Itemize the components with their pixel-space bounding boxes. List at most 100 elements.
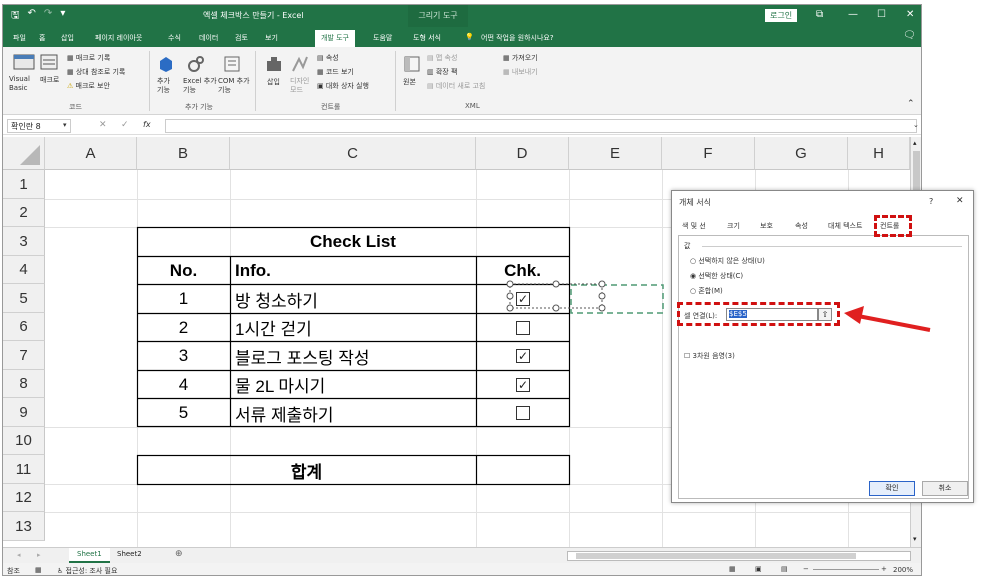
dialog-tab-alt-text[interactable]: 대체 텍스트 [828,221,862,231]
com-addins-button[interactable]: COM 추가 기능 [218,77,252,95]
zoom-out-icon[interactable]: − [803,565,809,573]
link-highlight-box [677,302,840,326]
checkbox-empty-icon: ☐ [684,352,693,360]
close-button[interactable]: ✕ [906,9,914,20]
scroll-down-icon[interactable]: ▾ [913,535,917,543]
tab-view[interactable]: 보기 [265,33,278,43]
option-checked[interactable]: ◉ 선택한 상태(C) [690,271,743,281]
item-info: 블로그 포스팅 작성 [235,348,370,368]
sheet-tab-sheet1[interactable]: Sheet1 [69,548,110,563]
page-break-view-icon[interactable]: ▤ [781,565,788,573]
export-icon: ▦ [503,68,512,76]
tab-insert[interactable]: 삽입 [61,33,74,43]
sheet-prev-icon[interactable]: ◂ [17,551,21,559]
scroll-up-icon[interactable]: ▴ [913,139,917,147]
insert-controls-icon [267,57,281,71]
macro-record-icon[interactable]: ▦ [35,566,42,574]
add-sheet-icon[interactable]: ⊕ [175,549,183,559]
dialog-tab-size[interactable]: 크기 [727,221,740,231]
refresh-data-button[interactable]: ▤ 데이터 새로 고침 [427,81,485,91]
save-icon[interactable]: 🖫 [11,8,20,25]
visual-basic-button[interactable]: Visual Basic [9,75,39,93]
export-button[interactable]: ▦ 내보내기 [503,67,538,77]
view-code-icon: ▦ [317,68,326,76]
tab-file[interactable]: 파일 [13,33,26,43]
title-bar: 🖫 ↶ ↷ ▾ 엑셀 체크박스 만들기 - Excel 그리기 도구 로그인 ⧉… [3,5,921,27]
dialog-tab-properties[interactable]: 속성 [795,221,808,231]
cancel-button[interactable]: 취소 [922,481,968,496]
name-box[interactable]: 확인란 8 [7,119,71,133]
name-box-dropdown-icon[interactable]: ▾ [63,121,67,129]
design-mode-button[interactable]: 디자인 모드 [290,77,312,95]
insert-control-button[interactable]: 삽입 [267,77,280,87]
checkbox[interactable] [516,406,530,420]
tab-review[interactable]: 검토 [235,33,248,43]
sheet-tab-sheet2[interactable]: Sheet2 [117,550,142,558]
tab-formulas[interactable]: 수식 [168,33,181,43]
xml-source-button[interactable]: 원본 [403,77,416,87]
run-dialog-icon: ▣ [317,82,326,90]
maximize-button[interactable]: ☐ [877,9,886,20]
run-dialog-button[interactable]: ▣ 대화 상자 실행 [317,81,369,91]
ribbon-display-icon[interactable]: ⧉ [816,9,823,20]
add-ins-icon [160,57,172,72]
dialog-close-button[interactable]: ✕ [956,196,964,206]
undo-icon[interactable]: ↶ [28,8,36,25]
relative-reference-button[interactable]: ▦ 상대 참조로 기록 [67,67,125,77]
expansion-packs-button[interactable]: ▥ 확장 팩 [427,67,457,77]
checkbox[interactable] [516,321,530,335]
checkbox[interactable]: ✓ [516,378,530,392]
minimize-button[interactable]: — [848,9,858,20]
tab-shape-format[interactable]: 도형 서식 [413,33,441,43]
collapse-ribbon-icon[interactable]: ⌃ [907,99,915,109]
import-button[interactable]: ▦ 가져오기 [503,53,538,63]
expand-formula-icon[interactable]: ⌄ [913,121,919,129]
item-no: 3 [178,346,189,365]
tab-home[interactable]: 홈 [39,33,45,43]
h-scrollbar-thumb[interactable] [576,553,856,559]
tab-help[interactable]: 도움말 [373,33,392,43]
add-ins-button[interactable]: 추가 기능 [157,77,177,95]
dialog-tab-protection[interactable]: 보호 [760,221,773,231]
tab-data[interactable]: 데이터 [199,33,218,43]
properties-button[interactable]: ▤ 속성 [317,53,339,63]
horizontal-scrollbar[interactable] [567,551,911,561]
dialog-help-button[interactable]: ? [929,197,933,206]
view-code-button[interactable]: ▦ 코드 보기 [317,67,354,77]
macro-button[interactable]: 매크로 [40,75,59,85]
qa-more-icon[interactable]: ▾ [60,8,65,25]
formula-input[interactable] [165,119,917,133]
redo-icon[interactable]: ↷ [44,8,52,25]
cancel-icon[interactable]: ✕ [99,120,107,130]
insert-function-icon[interactable]: fx [143,120,151,129]
tell-me-search[interactable]: 어떤 작업을 원하시나요? [481,33,554,43]
group-label-code: 코드 [69,103,82,111]
option-unchecked[interactable]: ○ 선택하지 않은 상태(U) [690,256,765,266]
item-info: 방 청소하기 [235,291,318,311]
option-mixed[interactable]: ○ 혼합(M) [690,286,723,296]
share-icon[interactable]: 🗨 [903,30,916,41]
enter-icon[interactable]: ✓ [121,120,129,130]
group-label-xml: XML [465,102,480,110]
tab-developer[interactable]: 개발 도구 [315,30,355,47]
3d-shading-option[interactable]: ☐ 3차원 음영(3) [684,351,735,361]
record-macro-button[interactable]: ▦ 매크로 기록 [67,53,110,63]
zoom-slider[interactable] [813,569,879,570]
tab-page-layout[interactable]: 페이지 레이아웃 [95,33,142,43]
map-properties-button[interactable]: ▤ 맵 속성 [427,53,457,63]
login-button[interactable]: 로그인 [765,9,798,22]
page-layout-view-icon[interactable]: ▣ [755,565,762,573]
accessibility-status[interactable]: ♿ 접근성: 조사 필요 [57,566,117,575]
zoom-level[interactable]: 200% [893,566,913,574]
scrollbar-thumb[interactable] [913,151,920,191]
dialog-tab-colors-lines[interactable]: 색 및 선 [682,221,706,231]
ribbon-divider [395,51,396,111]
ok-button[interactable]: 확인 [869,481,915,496]
normal-view-icon[interactable]: ▦ [729,565,736,573]
macro-security-button[interactable]: ⚠ 매크로 보안 [67,81,110,91]
sheet-next-icon[interactable]: ▸ [37,551,41,559]
checkbox[interactable]: ✓ [516,349,530,363]
zoom-in-icon[interactable]: + [881,565,887,573]
record-macro-icon: ▦ [67,54,76,62]
excel-addins-button[interactable]: Excel 추가 기능 [183,77,217,95]
